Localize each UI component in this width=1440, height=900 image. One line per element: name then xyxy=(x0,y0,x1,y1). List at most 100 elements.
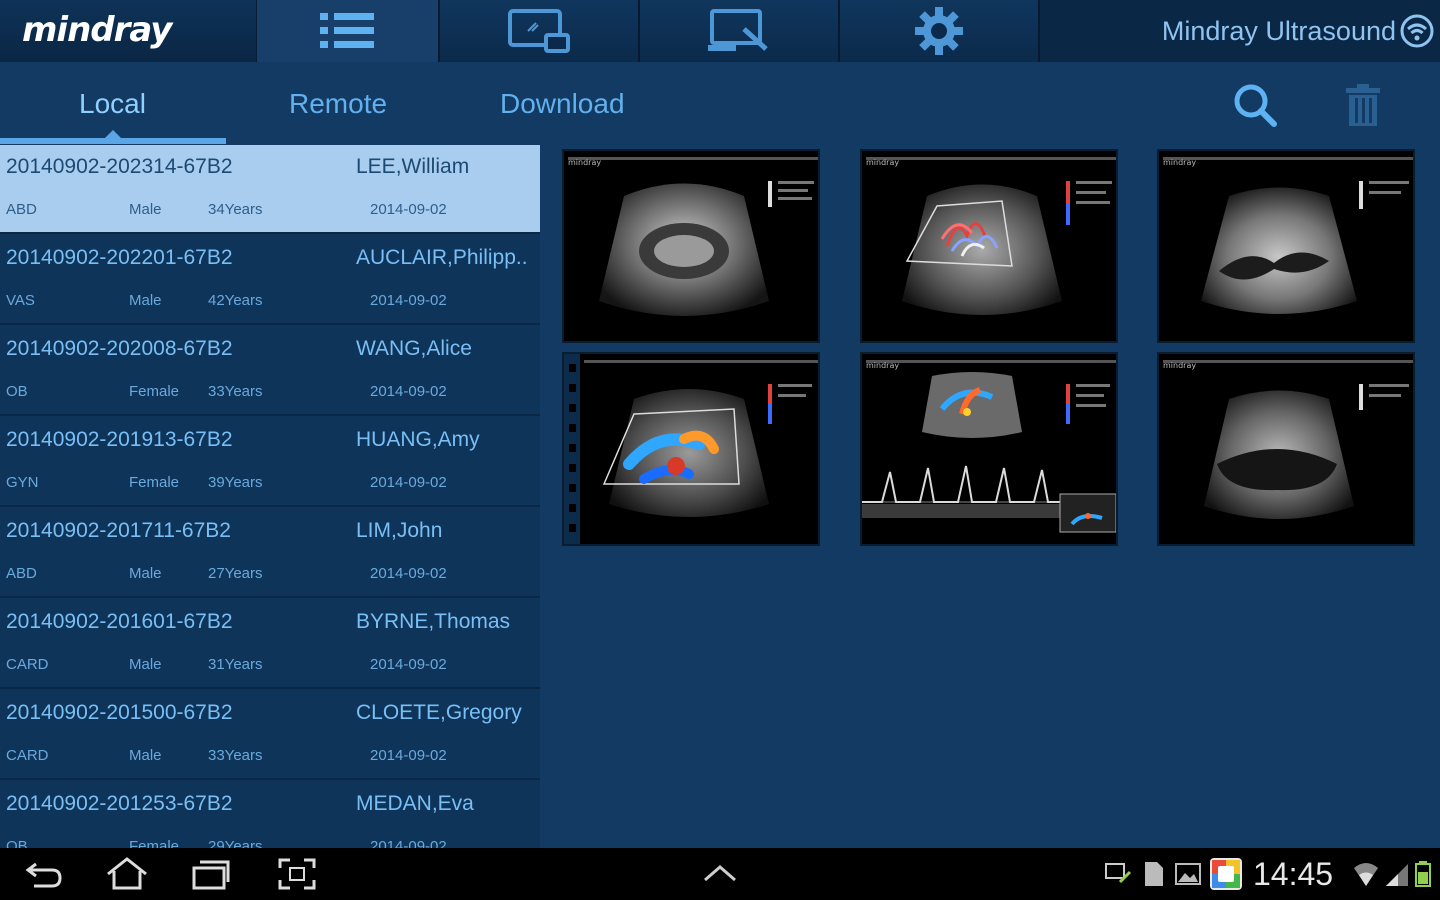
patient-id: 20140902-201253-67B2 xyxy=(6,792,233,815)
patient-row[interactable]: 20140902-201913-67B2 HUANG,Amy GYN Femal… xyxy=(0,418,540,507)
patient-id: 20140902-201711-67B2 xyxy=(6,519,231,542)
tab-download[interactable]: Download xyxy=(500,88,625,120)
patient-sex: Female xyxy=(129,838,180,848)
tab-remote[interactable]: Remote xyxy=(289,88,387,120)
patient-row[interactable]: 20140902-201711-67B2 LIM,John ABD Male 2… xyxy=(0,509,540,598)
patient-row[interactable]: 20140902-202008-67B2 WANG,Alice OB Femal… xyxy=(0,327,540,416)
patient-sex: Male xyxy=(129,656,162,673)
patient-age: 33Years xyxy=(208,383,263,400)
patient-id: 20140902-202201-67B2 xyxy=(6,246,233,269)
patient-name: HUANG,Amy xyxy=(356,428,480,451)
patient-list: 20140902-202314-67B2 LEE,William ABD Mal… xyxy=(0,145,540,848)
ultrasound-image-5-graphic: mindray xyxy=(862,360,1116,533)
logo: mindray xyxy=(0,0,257,62)
patient-name: WANG,Alice xyxy=(356,337,472,360)
patient-row[interactable]: 20140902-202314-67B2 LEE,William ABD Mal… xyxy=(0,145,540,234)
system-nav-bar: 14:45 xyxy=(0,848,1440,900)
ultrasound-image-2[interactable]: mindray xyxy=(860,149,1118,343)
exam-type: OB xyxy=(6,838,28,848)
patient-name: CLOETE,Gregory xyxy=(356,701,522,724)
screenshot-icon[interactable] xyxy=(276,856,318,892)
exam-type: ABD xyxy=(6,201,37,218)
ultrasound-watermark: mindray xyxy=(866,361,899,370)
top-bar: mindray Mindray Ultrasound xyxy=(0,0,1440,62)
wifi-signal-icon xyxy=(1354,863,1378,886)
gear-icon xyxy=(915,7,963,55)
exam-date: 2014-09-02 xyxy=(370,201,447,218)
exam-date: 2014-09-02 xyxy=(370,656,447,673)
battery-icon xyxy=(1415,861,1431,887)
list-icon xyxy=(319,13,374,48)
file-icon xyxy=(1145,862,1163,886)
patient-age: 42Years xyxy=(208,292,263,309)
clock: 14:45 xyxy=(1253,856,1334,892)
patient-id: 20140902-201500-67B2 xyxy=(6,701,233,724)
ultrasound-image-3[interactable]: mindray xyxy=(1157,149,1415,343)
exam-type: CARD xyxy=(6,656,49,673)
patient-age: 27Years xyxy=(208,565,263,582)
patient-age: 31Years xyxy=(208,656,263,673)
search-icon[interactable] xyxy=(1232,82,1278,128)
patient-age: 29Years xyxy=(208,838,263,848)
app-root: mindray Mindray Ultrasound Local Remote … xyxy=(0,0,1440,900)
patient-id: 20140902-202008-67B2 xyxy=(6,337,233,360)
ultrasound-image-4[interactable] xyxy=(562,352,820,546)
tab-monitor[interactable] xyxy=(440,0,640,62)
patient-row[interactable]: 20140902-201500-67B2 CLOETE,Gregory CARD… xyxy=(0,691,540,780)
tab-list[interactable] xyxy=(257,0,440,62)
exam-date: 2014-09-02 xyxy=(370,565,447,582)
patient-age: 34Years xyxy=(208,201,263,218)
ultrasound-image-1-graphic: mindray xyxy=(568,157,818,316)
patient-row[interactable]: 20140902-201253-67B2 MEDAN,Eva OB Female… xyxy=(0,782,540,848)
exam-type: VAS xyxy=(6,292,35,309)
remote-screen-icon xyxy=(708,9,768,51)
trash-icon[interactable] xyxy=(1344,84,1382,126)
ultrasound-image-1[interactable]: mindray xyxy=(562,149,820,343)
ultrasound-watermark: mindray xyxy=(568,158,601,167)
recent-apps-icon[interactable] xyxy=(190,856,232,892)
chevron-up-icon[interactable] xyxy=(702,862,738,884)
store-icon xyxy=(1210,858,1242,890)
tab-local[interactable]: Local xyxy=(79,88,146,120)
patient-sex: Male xyxy=(129,747,162,764)
ultrasound-watermark: mindray xyxy=(866,158,899,167)
patient-row[interactable]: 20140902-202201-67B2 AUCLAIR,Philipp.. V… xyxy=(0,236,540,325)
brand-label: Mindray Ultrasound xyxy=(1162,0,1434,62)
ultrasound-watermark: mindray xyxy=(1163,361,1196,370)
exam-type: OB xyxy=(6,383,28,400)
exam-date: 2014-09-02 xyxy=(370,383,447,400)
tab-settings[interactable] xyxy=(840,0,1040,62)
ultrasound-image-6[interactable]: mindray xyxy=(1157,352,1415,546)
ultrasound-watermark: mindray xyxy=(1163,158,1196,167)
patient-age: 39Years xyxy=(208,474,263,491)
ultrasound-image-4-graphic xyxy=(564,354,818,544)
patient-id: 20140902-201913-67B2 xyxy=(6,428,233,451)
patient-name: LIM,John xyxy=(356,519,443,542)
patient-id: 20140902-201601-67B2 xyxy=(6,610,233,633)
exam-type: ABD xyxy=(6,565,37,582)
image-icon xyxy=(1175,863,1201,885)
patient-age: 33Years xyxy=(208,747,263,764)
patient-sex: Male xyxy=(129,292,162,309)
tab-remote-screen[interactable] xyxy=(640,0,840,62)
monitor-icon xyxy=(508,9,570,53)
ultrasound-image-6-graphic: mindray xyxy=(1163,360,1413,519)
home-icon[interactable] xyxy=(104,856,150,892)
patient-id: 20140902-202314-67B2 xyxy=(6,155,233,178)
patient-sex: Male xyxy=(129,565,162,582)
patient-sex: Male xyxy=(129,201,162,218)
patient-sex: Female xyxy=(129,474,180,491)
ultrasound-image-2-graphic: mindray xyxy=(866,157,1116,315)
back-icon[interactable] xyxy=(24,856,64,892)
cell-signal-icon xyxy=(1386,864,1408,886)
exam-date: 2014-09-02 xyxy=(370,838,447,848)
ultrasound-image-5[interactable]: mindray xyxy=(860,352,1118,546)
patient-row[interactable]: 20140902-201601-67B2 BYRNE,Thomas CARD M… xyxy=(0,600,540,689)
exam-date: 2014-09-02 xyxy=(370,292,447,309)
patient-name: MEDAN,Eva xyxy=(356,792,474,815)
patient-name: AUCLAIR,Philipp.. xyxy=(356,246,528,269)
exam-type: GYN xyxy=(6,474,39,491)
brand-text: Mindray Ultrasound xyxy=(1161,15,1396,46)
patient-name: BYRNE,Thomas xyxy=(356,610,511,633)
sub-tab-bar: Local Remote Download xyxy=(0,62,1440,144)
